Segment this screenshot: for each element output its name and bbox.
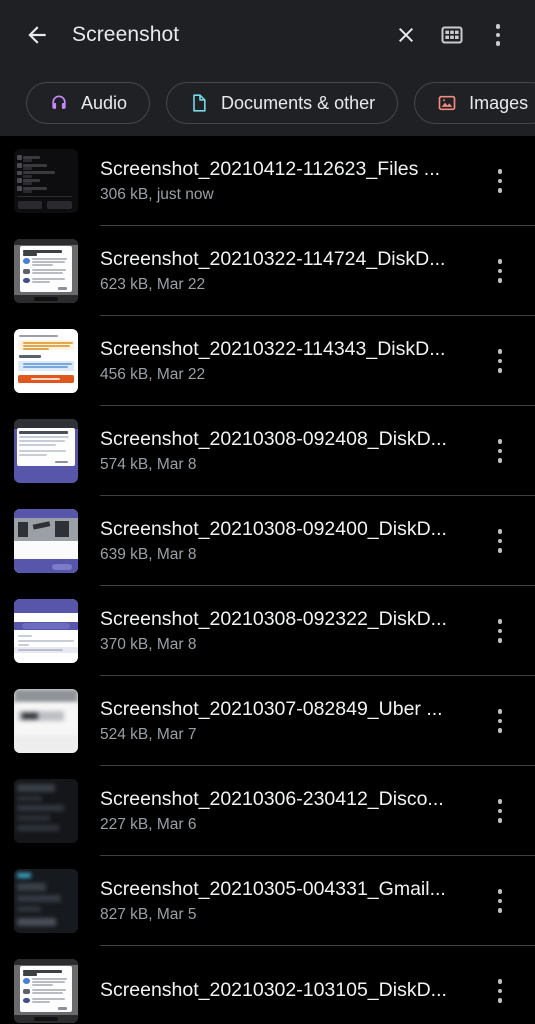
file-list-item[interactable]: Screenshot_20210305-004331_Gmail... 827 k… [0,856,535,946]
file-subtitle: 306 kB, just now [100,185,214,203]
file-subtitle: 227 kB, Mar 6 [100,815,197,833]
file-list-item[interactable]: Screenshot_20210322-114343_DiskD... 456 k… [0,316,535,406]
file-subtitle: 456 kB, Mar 22 [100,365,206,383]
file-thumbnail[interactable] [14,689,78,753]
file-list-item[interactable]: Screenshot_20210308-092400_DiskD... 639 k… [0,496,535,586]
more-vert-icon [497,349,503,373]
file-list-item[interactable]: Screenshot_20210307-082849_Uber ... 524 k… [0,676,535,766]
file-overflow-button[interactable] [479,349,521,373]
file-meta: Screenshot_20210307-082849_Uber ... 524 k… [100,697,479,746]
file-name: Screenshot_20210322-114724_DiskD... [100,247,446,270]
more-vert-icon [497,169,503,193]
filter-chip-images[interactable]: Images [414,82,535,124]
page-title: Screenshot [72,23,180,46]
file-thumbnail[interactable] [14,869,78,933]
more-vert-icon [497,979,503,1003]
more-vert-icon [497,889,503,913]
file-meta: Screenshot_20210308-092322_DiskD... 370 k… [100,607,479,656]
file-meta: Screenshot_20210308-092400_DiskD... 639 k… [100,517,479,566]
file-list-item[interactable]: Screenshot_20210412-112623_Files ... 306 … [0,136,535,226]
filter-chip-label: Audio [81,92,128,113]
file-thumbnail[interactable] [14,149,78,213]
file-list-item[interactable]: Screenshot_20210308-092408_DiskD... 574 k… [0,406,535,496]
filter-chip-bar[interactable]: Audio Documents & other Images V [0,70,535,136]
close-button[interactable] [383,12,429,58]
filter-chip-documents[interactable]: Documents & other [166,82,399,124]
overflow-menu-button[interactable] [475,12,521,58]
file-overflow-button[interactable] [479,439,521,463]
more-vert-icon [495,24,501,46]
back-button[interactable] [14,12,60,58]
file-meta: Screenshot_20210302-103105_DiskD... [100,978,479,1005]
file-meta: Screenshot_20210308-092408_DiskD... 574 k… [100,427,479,476]
file-thumbnail[interactable] [14,509,78,573]
file-list[interactable]: Screenshot_20210412-112623_Files ... 306 … [0,136,535,1024]
image-icon [438,95,456,111]
file-name: Screenshot_20210412-112623_Files ... [100,157,441,180]
more-vert-icon [497,259,503,283]
file-meta: Screenshot_20210305-004331_Gmail... 827 k… [100,877,479,926]
file-name: Screenshot_20210305-004331_Gmail... [100,877,446,900]
file-overflow-button[interactable] [479,799,521,823]
filter-chip-audio[interactable]: Audio [26,82,151,124]
file-meta: Screenshot_20210306-230412_Disco... 227 k… [100,787,479,836]
file-overflow-button[interactable] [479,889,521,913]
file-meta: Screenshot_20210322-114724_DiskD... 623 k… [100,247,479,296]
file-name: Screenshot_20210306-230412_Disco... [100,787,444,810]
more-vert-icon [497,799,503,823]
headphones-icon [52,95,66,109]
file-name: Screenshot_20210322-114343_DiskD... [100,337,446,360]
files-screen: Screenshot Audio Documents & other Image… [0,0,535,1024]
file-subtitle: 574 kB, Mar 8 [100,455,197,473]
filter-chip-label: Documents & other [221,92,376,113]
file-overflow-button[interactable] [479,529,521,553]
file-list-item[interactable]: Screenshot_20210302-103105_DiskD... [0,946,535,1024]
file-meta: Screenshot_20210322-114343_DiskD... 456 k… [100,337,479,386]
file-name: Screenshot_20210308-092400_DiskD... [100,517,447,540]
file-thumbnail[interactable] [14,239,78,303]
file-thumbnail[interactable] [14,599,78,663]
file-subtitle: 524 kB, Mar 7 [100,725,197,743]
file-overflow-button[interactable] [479,619,521,643]
file-subtitle: 623 kB, Mar 22 [100,275,206,293]
file-subtitle: 639 kB, Mar 8 [100,545,197,563]
file-list-item[interactable]: Screenshot_20210322-114724_DiskD... 623 k… [0,226,535,316]
more-vert-icon [497,619,503,643]
file-thumbnail[interactable] [14,329,78,393]
document-icon [193,94,206,112]
file-overflow-button[interactable] [479,979,521,1003]
grid-view-button[interactable] [429,12,475,58]
file-thumbnail[interactable] [14,779,78,843]
file-thumbnail[interactable] [14,959,78,1023]
close-icon [399,28,413,42]
file-name: Screenshot_20210308-092408_DiskD... [100,427,447,450]
file-subtitle: 827 kB, Mar 5 [100,905,197,923]
file-thumbnail[interactable] [14,419,78,483]
more-vert-icon [497,709,503,733]
file-name: Screenshot_20210302-103105_DiskD... [100,978,447,1001]
file-list-item[interactable]: Screenshot_20210306-230412_Disco... 227 k… [0,766,535,856]
file-overflow-button[interactable] [479,169,521,193]
file-list-item[interactable]: Screenshot_20210308-092322_DiskD... 370 k… [0,586,535,676]
file-name: Screenshot_20210308-092322_DiskD... [100,607,447,630]
filter-chip-label: Images [469,92,529,113]
more-vert-icon [497,439,503,463]
file-meta: Screenshot_20210412-112623_Files ... 306 … [100,157,479,206]
grid-view-icon [441,26,463,44]
app-bar: Screenshot [0,0,535,70]
file-overflow-button[interactable] [479,709,521,733]
more-vert-icon [497,529,503,553]
file-name: Screenshot_20210307-082849_Uber ... [100,697,443,720]
file-overflow-button[interactable] [479,259,521,283]
arrow-left-icon [28,26,46,44]
file-subtitle: 370 kB, Mar 8 [100,635,197,653]
